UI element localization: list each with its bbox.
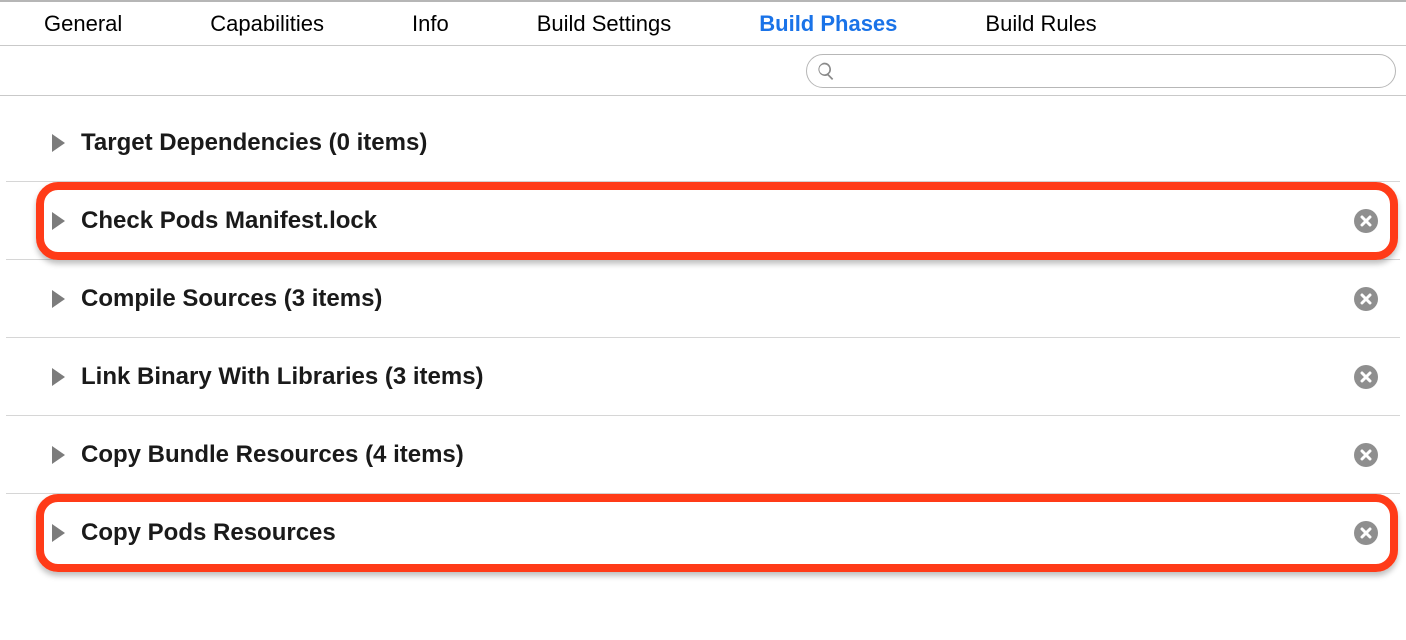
phase-link-binary[interactable]: Link Binary With Libraries (3 items) (6, 338, 1400, 416)
tab-general[interactable]: General (30, 11, 136, 37)
tab-info[interactable]: Info (398, 11, 463, 37)
phase-title: Copy Bundle Resources (4 items) (81, 441, 464, 469)
close-icon (1360, 527, 1372, 539)
phase-check-pods-manifest[interactable]: Check Pods Manifest.lock (6, 182, 1400, 260)
phase-title: Check Pods Manifest.lock (81, 207, 377, 235)
close-icon (1360, 371, 1372, 383)
remove-phase-button[interactable] (1354, 443, 1378, 467)
build-phases-list: Target Dependencies (0 items) Check Pods… (0, 104, 1406, 572)
close-icon (1360, 215, 1372, 227)
tab-build-rules[interactable]: Build Rules (971, 11, 1110, 37)
disclosure-triangle-icon[interactable] (52, 212, 65, 230)
phase-compile-sources[interactable]: Compile Sources (3 items) (6, 260, 1400, 338)
search-icon (816, 61, 836, 81)
disclosure-triangle-icon[interactable] (52, 134, 65, 152)
remove-phase-button[interactable] (1354, 521, 1378, 545)
phase-title: Copy Pods Resources (81, 519, 336, 547)
disclosure-triangle-icon[interactable] (52, 368, 65, 386)
disclosure-triangle-icon[interactable] (52, 290, 65, 308)
disclosure-triangle-icon[interactable] (52, 446, 65, 464)
remove-phase-button[interactable] (1354, 365, 1378, 389)
search-row (0, 46, 1406, 96)
remove-phase-button[interactable] (1354, 287, 1378, 311)
phase-title: Target Dependencies (0 items) (81, 129, 427, 157)
tab-bar: General Capabilities Info Build Settings… (0, 0, 1406, 46)
close-icon (1360, 449, 1372, 461)
phase-title: Link Binary With Libraries (3 items) (81, 363, 484, 391)
remove-phase-button[interactable] (1354, 209, 1378, 233)
phase-copy-pods-resources[interactable]: Copy Pods Resources (6, 494, 1400, 572)
tab-build-settings[interactable]: Build Settings (523, 11, 686, 37)
close-icon (1360, 293, 1372, 305)
tab-capabilities[interactable]: Capabilities (196, 11, 338, 37)
phase-copy-bundle-resources[interactable]: Copy Bundle Resources (4 items) (6, 416, 1400, 494)
tab-build-phases[interactable]: Build Phases (745, 11, 911, 37)
phase-title: Compile Sources (3 items) (81, 285, 382, 313)
search-field-wrapper (806, 54, 1396, 88)
search-input[interactable] (806, 54, 1396, 88)
disclosure-triangle-icon[interactable] (52, 524, 65, 542)
phase-target-dependencies[interactable]: Target Dependencies (0 items) (6, 104, 1400, 182)
